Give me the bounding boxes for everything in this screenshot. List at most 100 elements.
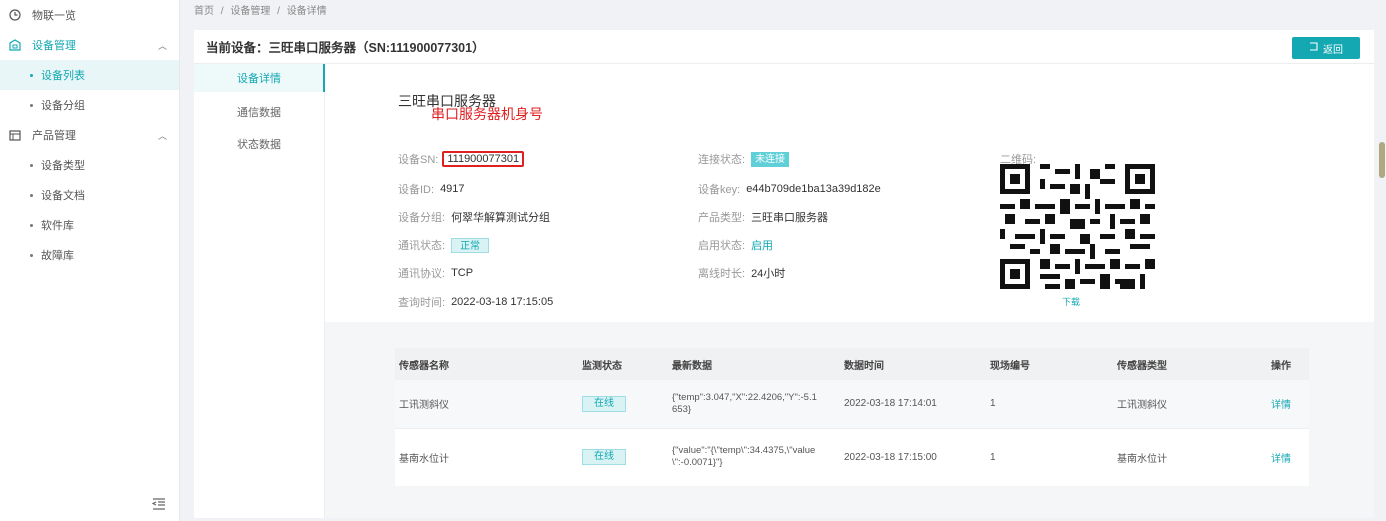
qr-download-link[interactable]: 下载 — [1062, 295, 1080, 308]
cell-action: 详情 — [1267, 427, 1309, 486]
device-icon — [8, 38, 22, 52]
collapse-icon[interactable] — [152, 498, 166, 510]
column-header: 操作 — [1267, 348, 1309, 380]
cell-sensor-name: 基南水位计 — [395, 427, 578, 486]
cell-data-time: 2022-03-18 17:14:01 — [840, 380, 986, 428]
latest-data-text: {"temp":3.047,"X":22.4206,"Y":-5.1653} — [672, 391, 817, 415]
cell-sensor-type: 工讯测斜仪 — [1113, 380, 1267, 428]
sn-value: 111900077301 — [442, 151, 525, 167]
column-header: 数据时间 — [840, 348, 986, 380]
cell-status: 在线 — [578, 380, 668, 428]
field-query-time: 查询时间: 2022-03-18 17:15:05 — [398, 293, 553, 311]
field-label: 离线时长: — [698, 268, 746, 280]
sidebar-item-label: 设备类型 — [41, 160, 85, 172]
table-header-row: 传感器名称 监测状态 最新数据 数据时间 现场编号 传感器类型 操作 — [395, 348, 1309, 380]
sidebar-item-product-management[interactable]: 产品管理 ︿ — [0, 120, 179, 150]
sidebar-item-label: 物联一览 — [32, 10, 76, 22]
cell-site-number: 1 — [986, 427, 1113, 486]
breadcrumb-device-management[interactable]: 设备管理 — [230, 6, 270, 17]
field-label: 启用状态: — [698, 240, 746, 252]
field-group: 设备分组: 何翠华解算测试分组 — [398, 208, 550, 226]
cell-sensor-type: 基南水位计 — [1113, 427, 1267, 486]
main-header: 当前设备：三旺串口服务器（SN:111900077301） 返回 — [194, 30, 1374, 64]
product-icon — [8, 128, 22, 142]
table-row: 工讯测斜仪 在线 {"temp":3.047,"X":22.4206,"Y":-… — [395, 380, 1309, 428]
sidebar-item-label: 故障库 — [41, 250, 74, 262]
sidebar-item-label: 软件库 — [41, 220, 74, 232]
field-offline-duration: 离线时长: 24小时 — [698, 264, 785, 282]
latest-data-text: {"value":"{\"temp\":34.4375,\"value\":-0… — [672, 445, 816, 469]
field-sn: 设备SN: 111900077301 — [398, 150, 525, 168]
field-value: e44b709de1ba13a39d182e — [746, 183, 881, 195]
bullet-icon — [30, 163, 33, 167]
sn-annotation: 串口服务器机身号 — [431, 106, 543, 122]
sidebar-item-fault-library[interactable]: 故障库 — [0, 240, 179, 270]
field-label: 产品类型: — [698, 212, 746, 224]
field-value: 4917 — [440, 183, 465, 195]
status-badge: 未连接 — [751, 151, 790, 167]
column-header: 监测状态 — [578, 348, 668, 380]
sidebar-item-device-management[interactable]: 设备管理 ︿ — [0, 30, 179, 60]
field-label: 通讯协议: — [398, 268, 446, 280]
back-icon — [1309, 42, 1319, 54]
bullet-icon — [30, 73, 33, 77]
field-label: 设备key: — [698, 184, 741, 196]
field-enable-status: 启用状态: 启用 — [698, 236, 773, 254]
cell-data-time: 2022-03-18 17:15:00 — [840, 427, 986, 486]
sidebar-item-overview[interactable]: 物联一览 — [0, 0, 179, 30]
tab-comm-data[interactable]: 通信数据 — [194, 98, 324, 126]
sidebar-item-software-library[interactable]: 软件库 — [0, 210, 179, 240]
column-header: 现场编号 — [986, 348, 1113, 380]
field-label: 设备SN: — [398, 154, 439, 166]
cell-latest-data: {"value":"{\"temp\":34.4375,\"value\":-0… — [668, 427, 840, 486]
field-comm-status: 通讯状态: 正常 — [398, 236, 490, 254]
sidebar-item-label: 设备文档 — [41, 190, 85, 202]
sensor-table: 传感器名称 监测状态 最新数据 数据时间 现场编号 传感器类型 操作 工讯测斜仪… — [395, 348, 1309, 486]
column-header: 最新数据 — [668, 348, 840, 380]
page-title: 当前设备：三旺串口服务器（SN:111900077301） — [206, 41, 485, 55]
status-badge: 在线 — [582, 395, 626, 412]
field-value: 三旺串口服务器 — [751, 212, 829, 224]
column-header: 传感器名称 — [395, 348, 578, 380]
sidebar-item-label: 产品管理 — [32, 130, 76, 142]
field-protocol: 通讯协议: TCP — [398, 264, 473, 282]
bullet-icon — [30, 253, 33, 257]
field-label: 查询时间: — [398, 297, 446, 309]
field-value: TCP — [451, 267, 474, 279]
sidebar-item-label: 设备分组 — [41, 100, 85, 112]
clock-icon — [8, 8, 22, 22]
field-value: 24小时 — [751, 268, 786, 280]
tab-device-detail[interactable]: 设备详情 — [194, 64, 325, 92]
field-label: 连接状态: — [698, 154, 746, 166]
tab-status-data[interactable]: 状态数据 — [194, 130, 324, 158]
chevron-up-icon: ︿ — [158, 40, 168, 51]
breadcrumb-current: 设备详情 — [286, 6, 327, 17]
field-conn-status: 连接状态: 未连接 — [698, 150, 790, 168]
table-row: 基南水位计 在线 {"value":"{\"temp\":34.4375,\"v… — [395, 427, 1309, 486]
cell-site-number: 1 — [986, 380, 1113, 428]
field-value: 何翠华解算测试分组 — [451, 212, 551, 224]
field-label: 通讯状态: — [398, 240, 446, 252]
sidebar-item-device-docs[interactable]: 设备文档 — [0, 180, 179, 210]
cell-sensor-name: 工讯测斜仪 — [395, 380, 578, 428]
sidebar-item-label: 设备管理 — [32, 40, 76, 52]
field-value: 启用 — [751, 240, 774, 252]
page-scrollbar[interactable] — [1379, 142, 1385, 178]
detail-tabs: 设备详情 通信数据 状态数据 — [194, 64, 325, 518]
bullet-icon — [30, 103, 33, 107]
back-button[interactable]: 返回 — [1292, 37, 1360, 59]
sidebar-item-device-group[interactable]: 设备分组 — [0, 90, 179, 120]
sidebar-item-device-type[interactable]: 设备类型 — [0, 150, 179, 180]
detail-link[interactable]: 详情 — [1271, 400, 1291, 411]
cell-latest-data: {"temp":3.047,"X":22.4206,"Y":-5.1653} — [668, 380, 840, 428]
bullet-icon — [30, 193, 33, 197]
sidebar-item-label: 设备列表 — [41, 70, 85, 82]
sidebar-item-device-list[interactable]: 设备列表 — [0, 60, 179, 90]
sidebar: 物联一览 设备管理 ︿ 设备列表 设备分组 产品管理 ︿ 设备类型 设备文档 软… — [0, 0, 180, 521]
device-info: 三旺串口服务器 串口服务器机身号 设备SN: 111900077301 设备ID… — [325, 64, 1374, 322]
chevron-up-icon: ︿ — [158, 130, 168, 141]
bullet-icon — [30, 223, 33, 227]
status-badge: 在线 — [582, 449, 626, 466]
breadcrumb-home[interactable]: 首页 — [194, 6, 214, 17]
detail-link[interactable]: 详情 — [1271, 454, 1291, 465]
